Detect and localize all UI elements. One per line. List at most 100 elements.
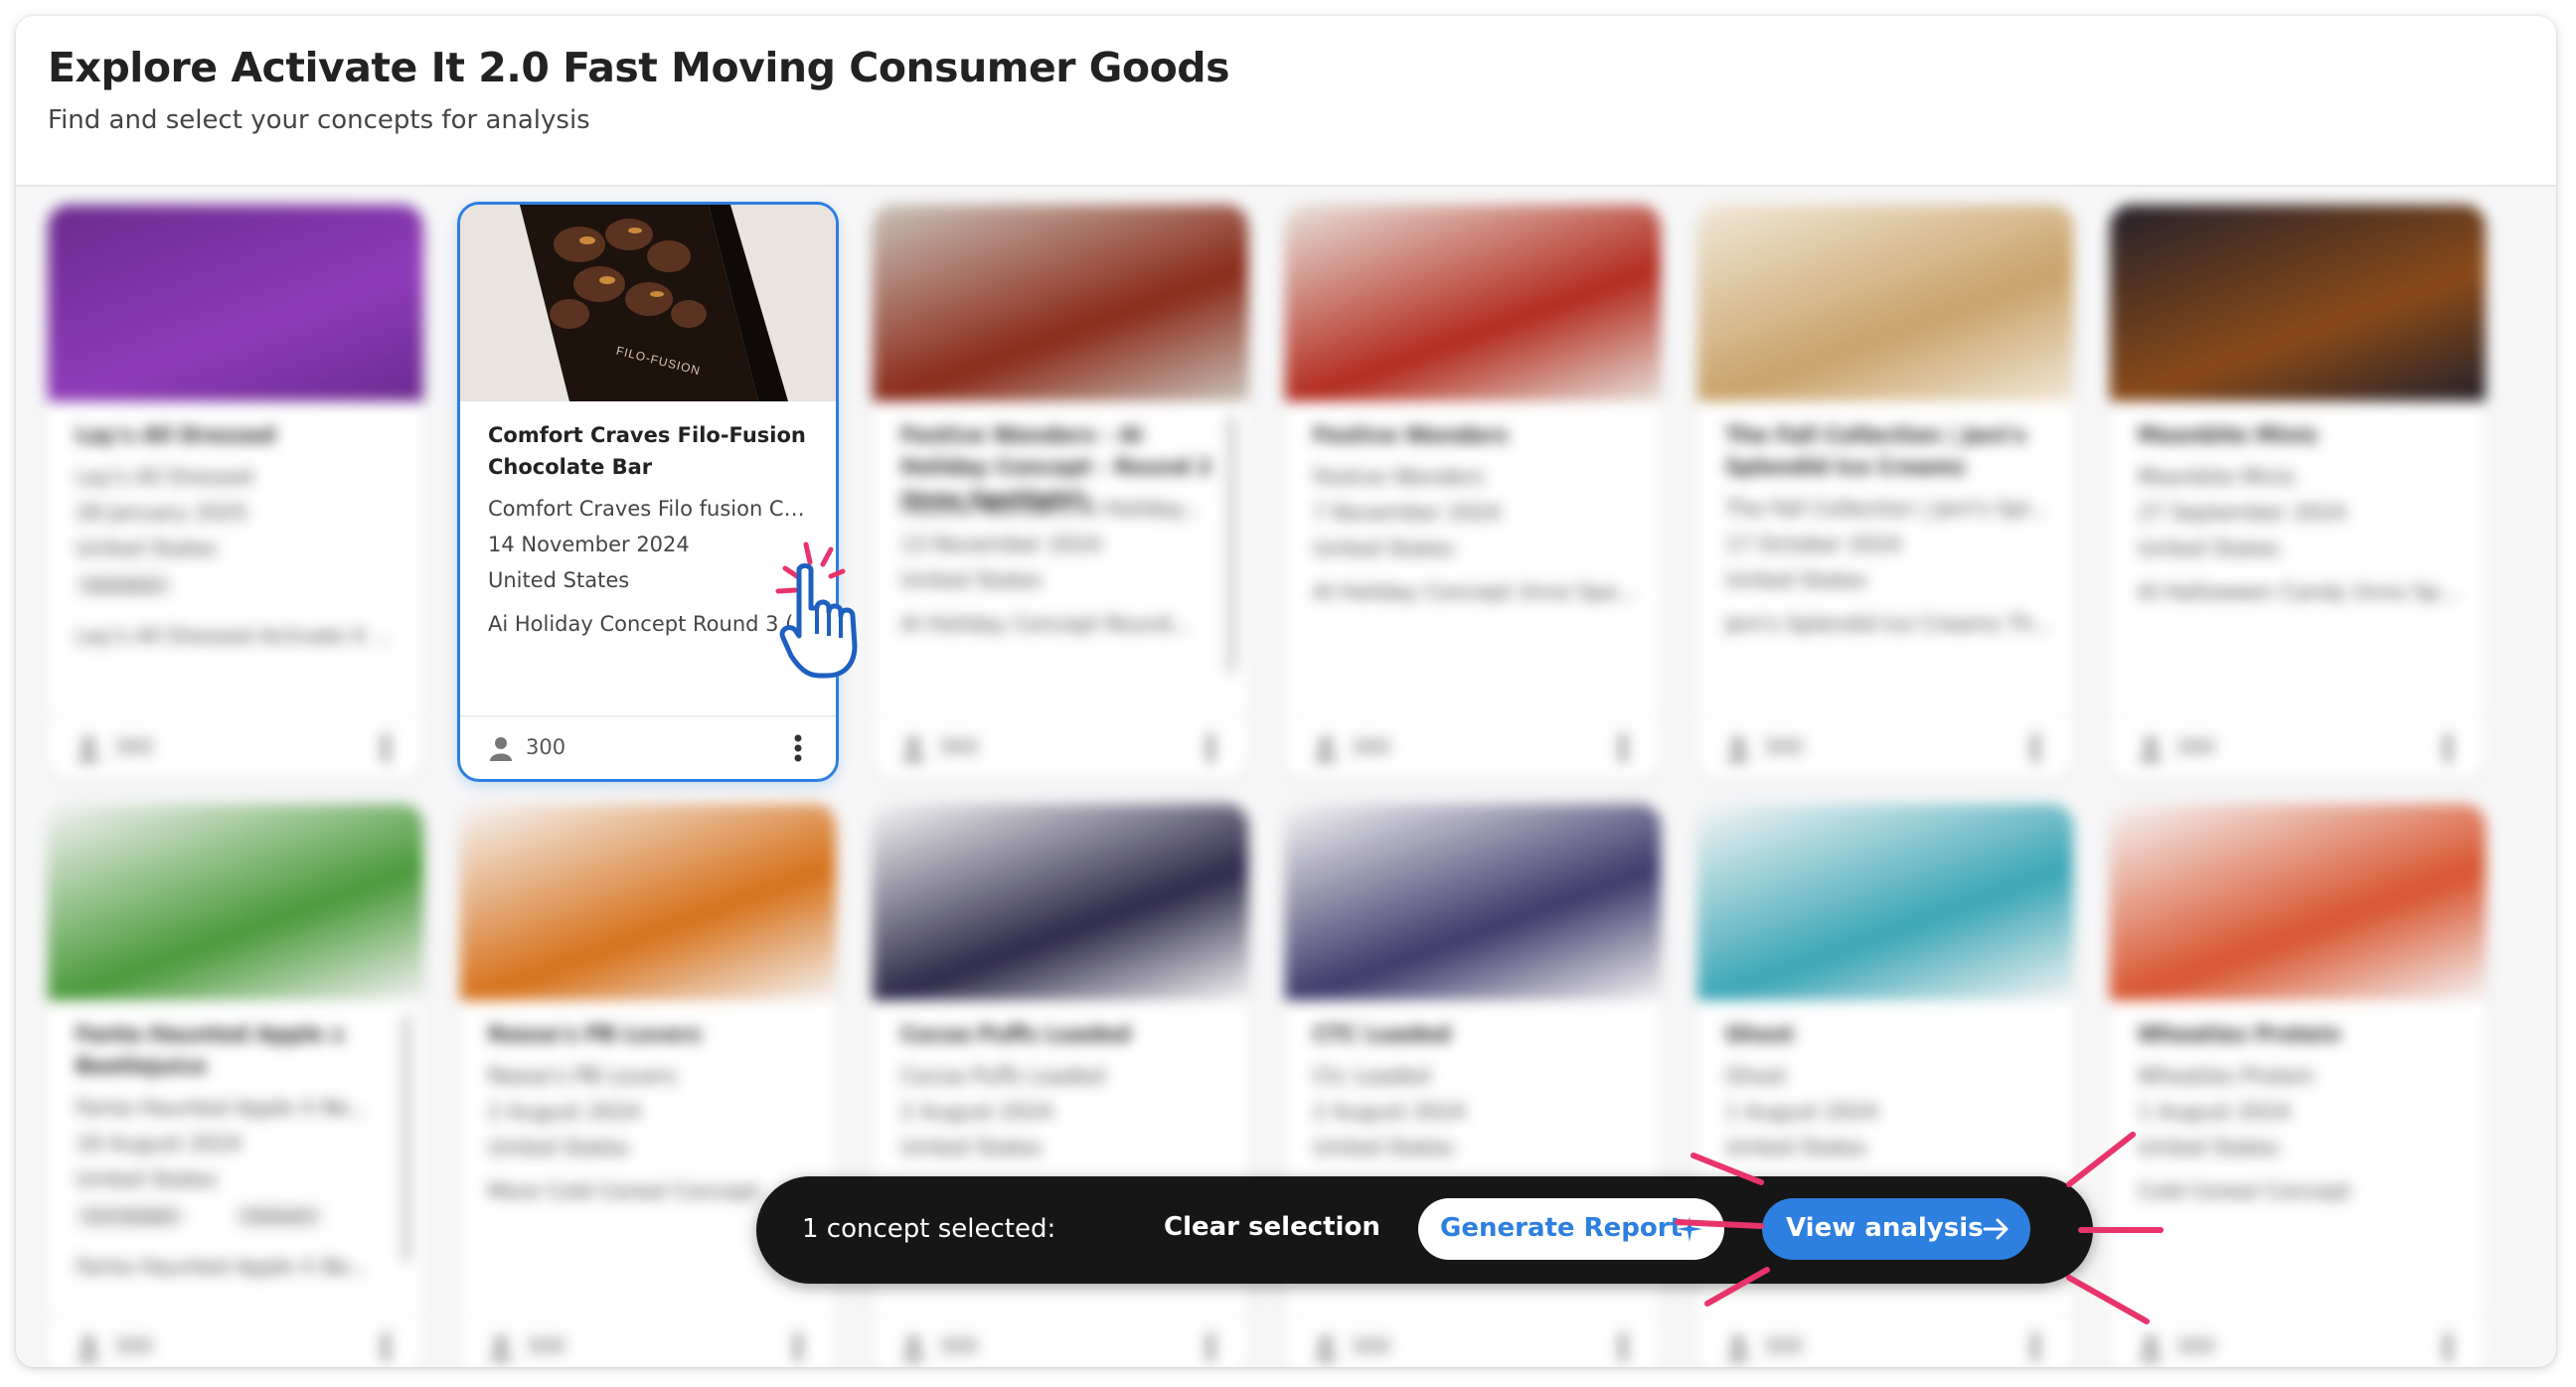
kebab-icon[interactable] xyxy=(1619,733,1627,763)
sparkle-icon xyxy=(1677,1216,1702,1242)
concept-detail: 27 September 2024 xyxy=(2138,501,2346,525)
concept-detail: Cocoa Puffs Loaded xyxy=(900,1064,1105,1088)
concept-card[interactable]: Moonbite Minis Moonbite Minis 27 September… xyxy=(2110,205,2486,779)
concept-detail: AI Holiday Concept (Inno Spot... xyxy=(1313,580,1641,604)
concept-detail: 13 November 2024 xyxy=(900,533,1102,556)
concept-tag: Newsletters xyxy=(76,574,173,596)
kebab-icon[interactable] xyxy=(794,1332,802,1362)
respondent-count: 300 xyxy=(526,735,566,759)
generate-report-label: Generate Report xyxy=(1440,1213,1683,1243)
kebab-icon[interactable] xyxy=(2444,1332,2452,1362)
concept-card[interactable]: Lay's All Dressed Lay's All Dressed 28 Jan… xyxy=(48,205,423,779)
kebab-icon[interactable] xyxy=(2031,1332,2039,1362)
concept-detail: United States xyxy=(900,1136,1043,1159)
concept-detail: 2 August 2024 xyxy=(900,1100,1053,1124)
concept-detail: United States xyxy=(1313,537,1455,560)
respondent-count: 300 xyxy=(938,1334,979,1358)
card-footer: 300 xyxy=(873,1314,1248,1367)
person-icon xyxy=(1727,1336,1749,1360)
concept-card[interactable]: Fanta Haunted Apple x Beetlejuice Fanta H… xyxy=(48,804,423,1367)
concept-detail: United States xyxy=(488,1136,630,1159)
card-footer: 300 xyxy=(1697,715,2073,779)
card-scrollbar[interactable] xyxy=(402,1014,411,1263)
person-icon xyxy=(1315,1336,1337,1360)
concept-detail: United States xyxy=(2138,537,2280,560)
respondent-count: 300 xyxy=(1763,735,1804,759)
concept-card[interactable]: Festive Wonders - AI Holiday Concept - R… xyxy=(873,205,1248,779)
kebab-icon[interactable] xyxy=(1207,733,1214,763)
concept-detail: 16 August 2024 xyxy=(76,1132,242,1156)
concept-image xyxy=(2110,804,2486,1001)
concept-detail: Jeni's Splendid Ice Creams Th... xyxy=(1725,612,2053,636)
concept-card[interactable]: Festive Wonders Festive Wonders 7 November… xyxy=(1285,205,1661,779)
concept-image xyxy=(1697,205,2073,401)
concept-tag: Halloween xyxy=(235,1205,324,1227)
respondent-count: 300 xyxy=(113,735,154,759)
concept-image xyxy=(460,804,836,1001)
concept-title: Reese's PB Lovers xyxy=(488,1022,702,1046)
person-icon xyxy=(1727,737,1749,761)
person-icon xyxy=(902,1336,924,1360)
card-footer: 300 xyxy=(460,1314,836,1367)
concept-title: Lay's All Dressed xyxy=(76,423,276,447)
person-icon xyxy=(490,737,512,761)
concept-detail: Fanta Haunted Apple X Be... xyxy=(76,1255,370,1279)
concept-title: Comfort Craves Filo-Fusion Chocolate Bar xyxy=(488,423,806,479)
concept-detail: United States xyxy=(900,568,1043,592)
concept-image xyxy=(48,205,423,401)
concept-detail: United States xyxy=(488,568,630,592)
concept-image xyxy=(873,205,1248,401)
concept-title: Cocoa Puffs Loaded xyxy=(900,1022,1131,1046)
respondent-count: 300 xyxy=(113,1334,154,1358)
concept-card[interactable]: FILO-FUSION Comfort Craves Filo-Fusion Ch… xyxy=(457,202,839,782)
concept-image xyxy=(1697,804,2073,1001)
kebab-icon[interactable] xyxy=(382,1332,390,1362)
generate-report-button[interactable]: Generate Report xyxy=(1418,1198,1724,1260)
respondent-count: 300 xyxy=(2175,1334,2216,1358)
kebab-icon[interactable] xyxy=(382,733,390,763)
concept-detail: United States xyxy=(1313,1136,1455,1159)
card-footer: 300 xyxy=(48,1314,423,1367)
page-title: Explore Activate It 2.0 Fast Moving Cons… xyxy=(48,44,1230,91)
concept-title: Wheaties Protein xyxy=(2138,1022,2341,1046)
card-scrollbar[interactable] xyxy=(1226,415,1236,674)
concept-detail: 7 November 2024 xyxy=(1313,501,1502,525)
concept-card[interactable]: Reese's PB Lovers Reese's PB Lovers 2 Augu… xyxy=(460,804,836,1367)
clear-selection-button[interactable]: Clear selection xyxy=(1164,1212,1380,1242)
concept-title: CTC Loaded xyxy=(1313,1022,1451,1046)
concept-detail: Cold Cereal Concept xyxy=(2138,1179,2351,1203)
card-footer: 300 xyxy=(873,715,1248,779)
card-footer: 300 xyxy=(1285,715,1661,779)
page-subtitle: Find and select your concepts for analys… xyxy=(48,105,590,135)
concept-card[interactable]: The Fall Collection | Jeni's Splendid Ic… xyxy=(1697,205,2073,779)
card-footer: 300 xyxy=(460,715,836,779)
kebab-icon[interactable] xyxy=(1619,1332,1627,1362)
concept-detail: United States xyxy=(76,1167,218,1191)
concept-detail: Comfort Craves Filo fusion Ch... xyxy=(488,497,816,521)
concept-image: FILO-FUSION xyxy=(460,205,836,401)
concept-detail: 2 August 2024 xyxy=(1313,1100,1466,1124)
kebab-icon[interactable] xyxy=(2444,733,2452,763)
concept-image xyxy=(1285,804,1661,1001)
concept-detail: Lay's All Dressed xyxy=(76,465,253,489)
card-footer: 300 xyxy=(48,715,423,779)
view-analysis-button[interactable]: View analysis xyxy=(1762,1198,2030,1260)
person-icon xyxy=(902,737,924,761)
kebab-icon[interactable] xyxy=(794,733,802,763)
kebab-icon[interactable] xyxy=(2031,733,2039,763)
concept-card[interactable]: Wheaties Protein Wheaties Protein 1 August… xyxy=(2110,804,2486,1367)
concept-detail: Ctc Loaded xyxy=(1313,1064,1430,1088)
concept-image xyxy=(48,804,423,1001)
concept-image xyxy=(873,804,1248,1001)
concept-detail: United States xyxy=(2138,1136,2280,1159)
concept-detail: The Fall Collection | Jeni's Spl... xyxy=(1725,497,2049,521)
card-footer: 300 xyxy=(2110,715,2486,779)
concept-detail: Festive Wonders xyxy=(1313,465,1485,489)
respondent-count: 300 xyxy=(2175,735,2216,759)
selected-count-text: 1 concept selected: xyxy=(802,1214,1056,1244)
concept-tag: Inno Spotlight xyxy=(76,1205,185,1227)
view-analysis-label: View analysis xyxy=(1786,1213,1984,1243)
concept-detail: 1 August 2024 xyxy=(2138,1100,2291,1124)
concept-detail: 28 January 2025 xyxy=(76,501,248,525)
kebab-icon[interactable] xyxy=(1207,1332,1214,1362)
